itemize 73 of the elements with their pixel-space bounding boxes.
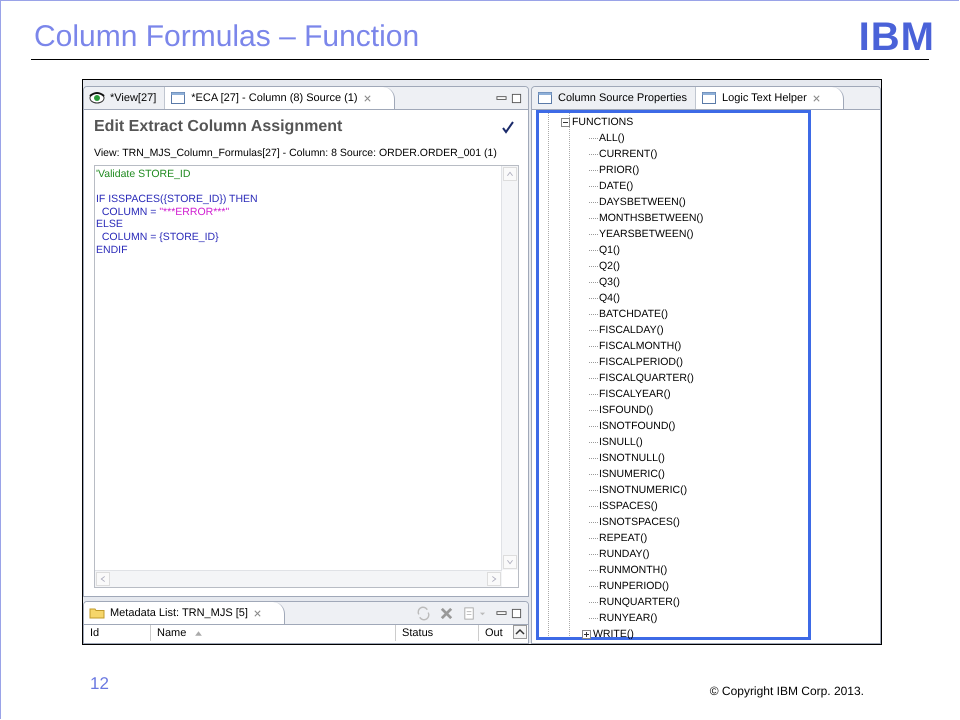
scroll-left-icon[interactable]: [96, 572, 110, 586]
code-editor[interactable]: 'Validate STORE_ID IF ISSPACES({STORE_ID}) THEN COLUMN = "***ERROR***" ELSE COLUMN = {STORE_ID} ENDIF: [94, 165, 519, 588]
column-header[interactable]: Id: [84, 625, 151, 641]
view-info: View: TRN_MJS_Column_Formulas[27] - Column: 8 Source: ORDER.ORDER_001 (1): [94, 147, 498, 159]
tree-item[interactable]: FISCALMONTH(): [599, 340, 682, 352]
tab[interactable]: *ECA [27] - Column (8) Source (1): [165, 87, 395, 109]
maximize-icon[interactable]: [511, 92, 522, 104]
tree-item[interactable]: CURRENT(): [599, 148, 658, 160]
tree-item[interactable]: ISSPACES(): [599, 500, 658, 512]
maximize-icon[interactable]: [511, 608, 522, 618]
tree-item[interactable]: RUNDAY(): [599, 548, 650, 560]
tree-item[interactable]: YEARSBETWEEN(): [599, 228, 694, 240]
tree-item[interactable]: RUNQUARTER(): [599, 596, 680, 608]
tree-item[interactable]: RUNYEAR(): [599, 612, 658, 624]
column-header[interactable]: Name: [151, 625, 396, 641]
scroll-up-icon[interactable]: [513, 625, 527, 639]
tree-item[interactable]: DATE(): [599, 180, 634, 192]
page-number: 12: [90, 674, 109, 695]
tree-item[interactable]: REPEAT(): [599, 532, 648, 544]
tree-item[interactable]: ALL(): [599, 132, 625, 144]
tree-item[interactable]: Q4(): [599, 292, 620, 304]
tree-item[interactable]: RUNPERIOD(): [599, 580, 669, 592]
tab[interactable]: Metadata List: TRN_MJS [5]: [84, 602, 285, 624]
tree-item[interactable]: Q3(): [599, 276, 620, 288]
tree-item[interactable]: FISCALQUARTER(): [599, 372, 694, 384]
horizontal-scrollbar[interactable]: [95, 570, 502, 587]
tree-item[interactable]: Q1(): [599, 244, 620, 256]
scroll-down-icon[interactable]: [503, 555, 517, 569]
tree-item[interactable]: FISCALYEAR(): [599, 388, 671, 400]
logo: IBM: [858, 19, 935, 55]
close-icon[interactable]: [812, 94, 821, 102]
scroll-right-icon[interactable]: [487, 572, 501, 586]
eye-icon: [89, 90, 105, 106]
tree-item[interactable]: RUNMONTH(): [599, 564, 668, 576]
tree-item[interactable]: ISNOTSPACES(): [599, 516, 680, 528]
tree-item[interactable]: BATCHDATE(): [599, 308, 668, 320]
code-line: ELSE: [96, 218, 123, 231]
copyright: © Copyright IBM Corp. 2013.: [710, 684, 864, 698]
code-line: COLUMN = {STORE_ID}: [100, 230, 219, 244]
vertical-scrollbar[interactable]: [501, 166, 518, 570]
column-header[interactable]: Out: [479, 625, 513, 641]
tab[interactable]: Column Source Properties: [532, 87, 696, 109]
tree-item[interactable]: MONTHSBETWEEN(): [599, 212, 704, 224]
window-icon: [170, 90, 186, 106]
expand-icon[interactable]: [582, 630, 591, 638]
code-line: IF ISSPACES({STORE_ID}) THEN: [96, 193, 258, 206]
close-icon[interactable]: [252, 608, 262, 618]
tree-item[interactable]: FISCALPERIOD(): [599, 356, 684, 368]
delete-icon[interactable]: [439, 606, 454, 620]
close-icon[interactable]: [362, 94, 372, 102]
window-icon: [701, 90, 718, 106]
tree-item[interactable]: ISNULL(): [599, 436, 643, 448]
tree-item[interactable]: WRITE(): [593, 628, 634, 640]
tree-item[interactable]: ISNOTNULL(): [599, 452, 665, 464]
tree-item[interactable]: PRIOR(): [599, 164, 640, 176]
tree-item[interactable]: ISNOTNUMERIC(): [599, 484, 688, 496]
form-heading: Edit Extract Column Assignment: [94, 118, 342, 136]
tree-item[interactable]: FUNCTIONS: [572, 116, 634, 128]
tree-item[interactable]: ISFOUND(): [599, 404, 654, 416]
code-line: 'Validate STORE_ID: [96, 168, 190, 181]
slide-title: Column Formulas – Function: [34, 19, 420, 55]
tree-item[interactable]: ISNUMERIC(): [599, 468, 665, 480]
collapse-icon[interactable]: [561, 118, 570, 126]
tree-item[interactable]: ISNOTFOUND(): [599, 420, 676, 432]
window-icon: [537, 90, 553, 106]
code-line: ENDIF: [96, 244, 128, 256]
checkmark-icon[interactable]: [501, 120, 515, 134]
code-line: COLUMN = "***ERROR***": [100, 206, 230, 218]
tree-item[interactable]: DAYSBETWEEN(): [599, 196, 686, 208]
tree-item[interactable]: FISCALDAY(): [599, 324, 664, 336]
tree-item[interactable]: Q2(): [599, 260, 620, 272]
tab[interactable]: Logic Text Helper: [696, 87, 844, 109]
column-header[interactable]: Status: [396, 625, 479, 641]
